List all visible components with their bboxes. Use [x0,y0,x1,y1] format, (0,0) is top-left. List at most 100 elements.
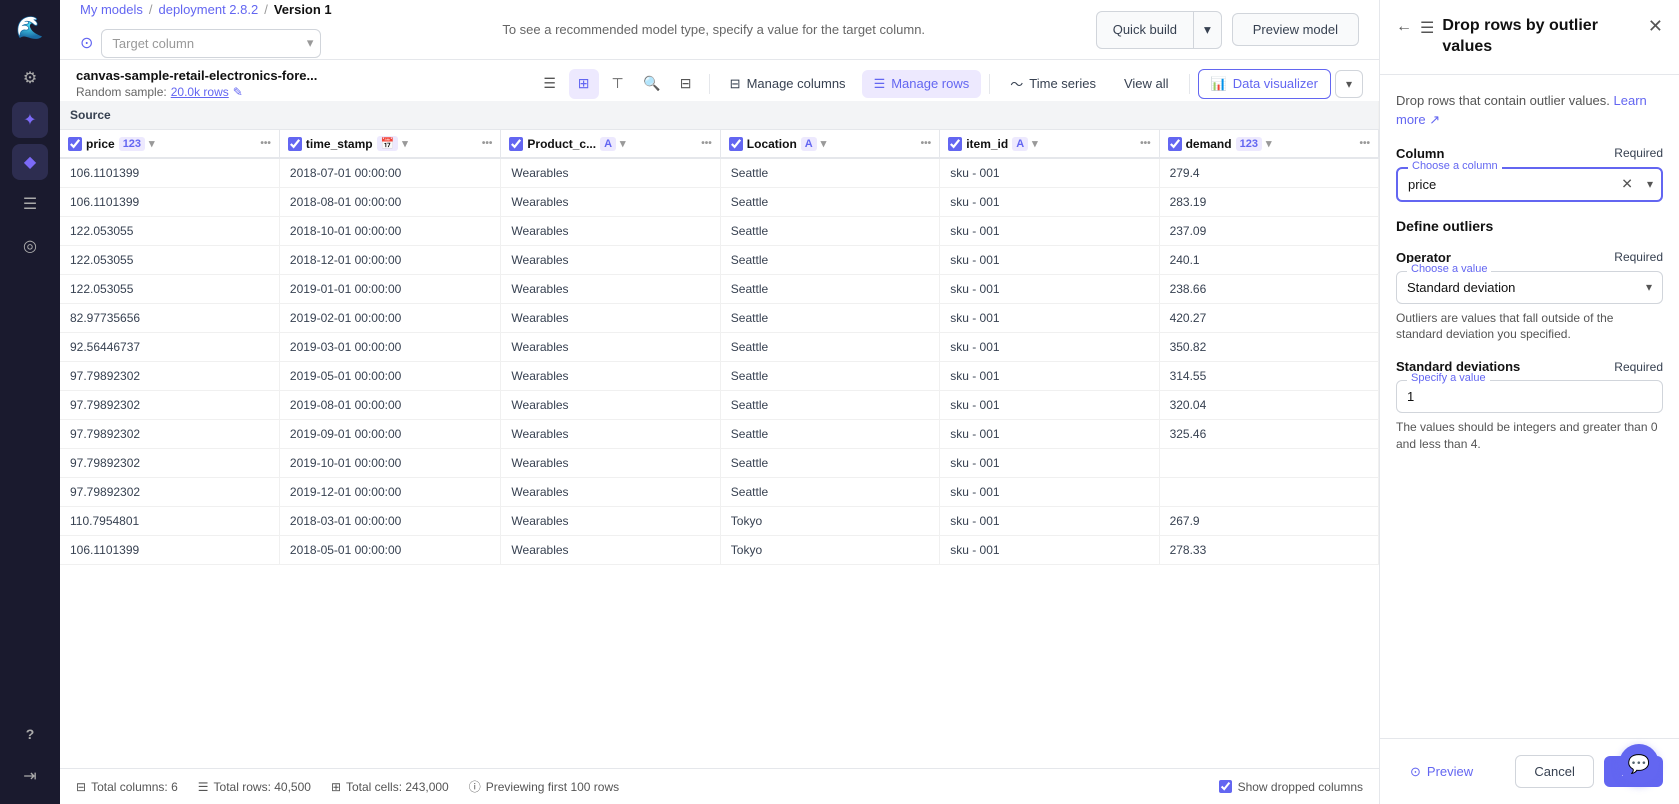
preview-button[interactable]: ⊙ Preview [1396,756,1487,788]
dataset-meta: Random sample: 20.0k rows ✎ [76,85,317,99]
cell-product: Wearables [501,188,720,217]
source-header: Source [60,101,1379,130]
panel-close-button[interactable]: ✕ [1648,16,1663,37]
col-name-timestamp: time_stamp [306,137,373,151]
cell-location: Seattle [720,333,939,362]
toolbar-expand-button[interactable]: ▾ [1335,70,1363,98]
cell-product: Wearables [501,246,720,275]
table-row: 122.0530552018-12-01 00:00:00WearablesSe… [60,246,1379,275]
grid-view-button[interactable]: ⊞ [569,69,599,99]
cell-item_id: sku - 001 [940,362,1159,391]
cell-time_stamp: 2019-12-01 00:00:00 [279,478,501,507]
cell-product: Wearables [501,391,720,420]
target-column-select[interactable]: Target column [101,29,321,58]
sidebar-icon-star[interactable]: ✦ [12,102,48,138]
status-cells: ⊞ Total cells: 243,000 [331,780,449,794]
cell-demand: 325.46 [1159,420,1378,449]
table-body: 106.11013992018-07-01 00:00:00WearablesS… [60,158,1379,565]
cell-demand: 238.66 [1159,275,1378,304]
col-type-itemid: A [1012,137,1028,151]
breadcrumb-deployment[interactable]: deployment 2.8.2 [158,2,258,17]
cell-product: Wearables [501,507,720,536]
cell-item_id: sku - 001 [940,478,1159,507]
cell-time_stamp: 2018-03-01 00:00:00 [279,507,501,536]
cell-demand: 314.55 [1159,362,1378,391]
col-type-price: 123 [119,137,145,151]
column-input[interactable] [1408,177,1651,192]
filter-button[interactable]: ⊤ [603,69,633,99]
cell-item_id: sku - 001 [940,391,1159,420]
time-series-button[interactable]: 〜 Time series [998,68,1108,99]
toolbar-divider-2 [989,74,990,94]
sidebar-icon-settings[interactable]: ⚙ [12,60,48,96]
view-all-button[interactable]: View all [1112,70,1181,97]
panel-list-icon: ☰ [1420,18,1434,38]
dataset-header-row: canvas-sample-retail-electronics-fore...… [60,60,1379,101]
cell-time_stamp: 2019-02-01 00:00:00 [279,304,501,333]
col-checkbox-demand[interactable] [1168,137,1182,151]
show-dropped-checkbox[interactable] [1219,780,1232,793]
dataset-name: canvas-sample-retail-electronics-fore... [76,68,317,83]
cell-demand [1159,478,1378,507]
manage-rows-button[interactable]: ☰ Manage rows [862,70,982,98]
quick-build-button[interactable]: Quick build [1097,14,1193,45]
sidebar-icon-circle[interactable]: ◎ [12,228,48,264]
columns-button[interactable]: ⊟ [671,69,701,99]
sidebar-icon-help[interactable]: ? [12,716,48,752]
col-checkbox-itemid[interactable] [948,137,962,151]
col-name-product: Product_c... [527,137,596,151]
cell-price: 122.053055 [60,246,279,275]
cell-price: 97.79892302 [60,449,279,478]
cell-price: 97.79892302 [60,391,279,420]
search-button[interactable]: 🔍 [637,69,667,99]
col-menu-location[interactable]: ••• [921,138,932,149]
cell-location: Seattle [720,188,939,217]
edit-icon[interactable]: ✎ [233,85,243,99]
std-dev-input[interactable] [1407,389,1652,404]
col-menu-timestamp[interactable]: ••• [482,138,493,149]
column-clear-button[interactable]: ✕ [1621,176,1633,193]
col-checkbox-timestamp[interactable] [288,137,302,151]
preview-model-button[interactable]: Preview model [1232,13,1359,46]
col-header-price: price 123 ▾ ••• [60,130,279,159]
cell-price: 106.1101399 [60,188,279,217]
panel-back-button[interactable]: ← [1396,18,1412,36]
column-input-label: Choose a column [1408,160,1502,172]
table-row: 97.798923022019-08-01 00:00:00WearablesS… [60,391,1379,420]
cancel-button[interactable]: Cancel [1515,755,1593,788]
col-menu-itemid[interactable]: ••• [1140,138,1151,149]
toolbar-divider-3 [1189,74,1190,94]
operator-select[interactable]: Standard deviation [1407,280,1652,295]
cell-location: Seattle [720,478,939,507]
col-menu-price[interactable]: ••• [260,138,271,149]
header-right: Quick build ▾ Preview model [1096,11,1359,49]
data-visualizer-button[interactable]: 📊 Data visualizer [1198,69,1331,99]
col-checkbox-price[interactable] [68,137,82,151]
col-type-demand: 123 [1236,137,1262,151]
columns-icon: ⊟ [76,780,86,794]
column-input-wrapper: Choose a column ✕ ▾ [1396,167,1663,202]
col-header-timestamp: time_stamp 📅 ▾ ••• [279,130,501,159]
chat-button[interactable]: 💬 [1619,744,1659,784]
sidebar-icon-logout[interactable]: ⇥ [12,758,48,794]
cell-time_stamp: 2018-07-01 00:00:00 [279,158,501,188]
col-menu-product[interactable]: ••• [701,138,712,149]
breadcrumb-my-models[interactable]: My models [80,2,143,17]
list-view-button[interactable]: ☰ [535,69,565,99]
table-row: 92.564467372019-03-01 00:00:00WearablesS… [60,333,1379,362]
col-menu-demand[interactable]: ••• [1359,138,1370,149]
sample-rows-link[interactable]: 20.0k rows [171,85,229,99]
sidebar-icon-tune[interactable]: ◆ [12,144,48,180]
std-dev-form-group: Standard deviations Required Specify a v… [1396,359,1663,453]
status-columns: ⊟ Total columns: 6 [76,780,178,794]
col-checkbox-product[interactable] [509,137,523,151]
column-dropdown-button[interactable]: ▾ [1647,177,1653,191]
dataset-toolbar-icons: ☰ ⊞ ⊤ 🔍 ⊟ ⊟ Manage columns ☰ Manage rows… [535,68,1363,99]
manage-columns-button[interactable]: ⊟ Manage columns [718,70,858,98]
sidebar-icon-list[interactable]: ☰ [12,186,48,222]
logo-icon[interactable]: 🌊 [12,10,48,46]
column-required: Required [1614,146,1663,160]
cell-location: Seattle [720,449,939,478]
col-checkbox-location[interactable] [729,137,743,151]
quick-build-dropdown-button[interactable]: ▾ [1194,14,1221,46]
